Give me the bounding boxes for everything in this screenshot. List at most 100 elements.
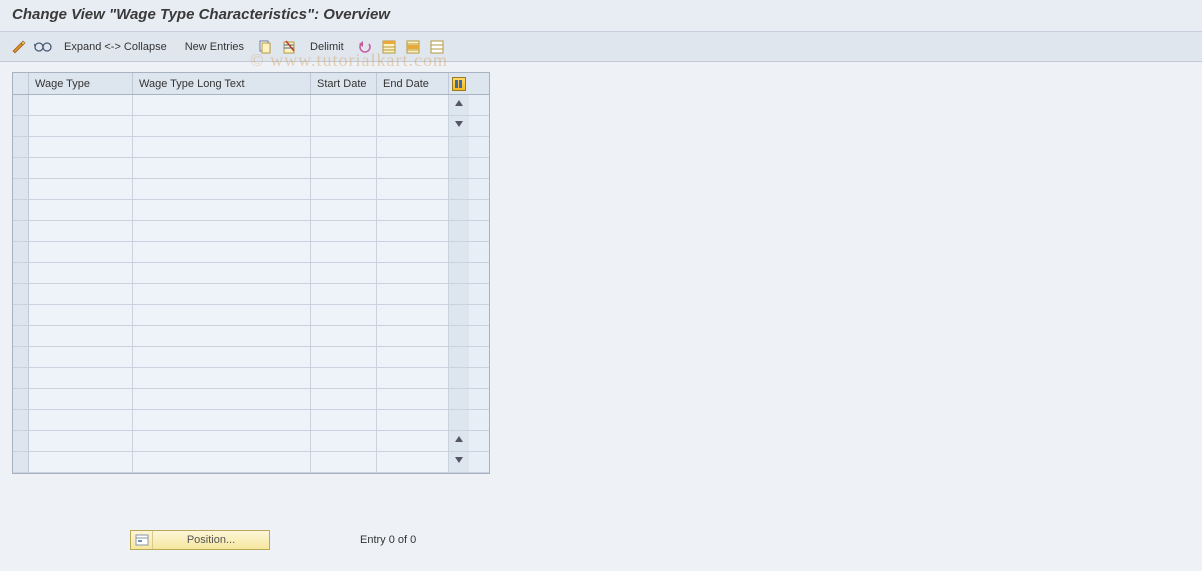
cell-long-text[interactable] bbox=[133, 116, 311, 136]
row-selector[interactable] bbox=[13, 347, 29, 367]
cell-wage-type[interactable] bbox=[29, 410, 133, 430]
cell-end-date[interactable] bbox=[377, 158, 449, 178]
cell-long-text[interactable] bbox=[133, 410, 311, 430]
undo-icon[interactable] bbox=[356, 38, 374, 56]
row-selector[interactable] bbox=[13, 158, 29, 178]
cell-wage-type[interactable] bbox=[29, 179, 133, 199]
cell-long-text[interactable] bbox=[133, 137, 311, 157]
toggle-display-change-icon[interactable] bbox=[10, 38, 28, 56]
cell-long-text[interactable] bbox=[133, 305, 311, 325]
row-selector[interactable] bbox=[13, 95, 29, 115]
cell-long-text[interactable] bbox=[133, 368, 311, 388]
cell-wage-type[interactable] bbox=[29, 158, 133, 178]
cell-long-text[interactable] bbox=[133, 431, 311, 451]
column-header-long-text[interactable]: Wage Type Long Text bbox=[133, 73, 311, 94]
cell-wage-type[interactable] bbox=[29, 284, 133, 304]
cell-start-date[interactable] bbox=[311, 221, 377, 241]
column-header-end-date[interactable]: End Date bbox=[377, 73, 449, 94]
copy-icon[interactable] bbox=[256, 38, 274, 56]
row-selector[interactable] bbox=[13, 431, 29, 451]
cell-wage-type[interactable] bbox=[29, 305, 133, 325]
cell-long-text[interactable] bbox=[133, 452, 311, 472]
row-selector[interactable] bbox=[13, 410, 29, 430]
scroll-up-bottom-icon[interactable] bbox=[453, 433, 465, 445]
cell-long-text[interactable] bbox=[133, 263, 311, 283]
cell-end-date[interactable] bbox=[377, 284, 449, 304]
cell-end-date[interactable] bbox=[377, 116, 449, 136]
cell-wage-type[interactable] bbox=[29, 368, 133, 388]
cell-start-date[interactable] bbox=[311, 431, 377, 451]
cell-wage-type[interactable] bbox=[29, 326, 133, 346]
scroll-down-bottom-icon[interactable] bbox=[453, 454, 465, 466]
cell-end-date[interactable] bbox=[377, 221, 449, 241]
cell-end-date[interactable] bbox=[377, 431, 449, 451]
cell-long-text[interactable] bbox=[133, 221, 311, 241]
expand-collapse-button[interactable]: Expand <-> Collapse bbox=[58, 39, 173, 55]
row-selector[interactable] bbox=[13, 263, 29, 283]
cell-wage-type[interactable] bbox=[29, 452, 133, 472]
cell-start-date[interactable] bbox=[311, 389, 377, 409]
column-header-start-date[interactable]: Start Date bbox=[311, 73, 377, 94]
row-selector[interactable] bbox=[13, 389, 29, 409]
cell-long-text[interactable] bbox=[133, 242, 311, 262]
row-selector[interactable] bbox=[13, 305, 29, 325]
delimit-button[interactable]: Delimit bbox=[304, 39, 350, 55]
cell-start-date[interactable] bbox=[311, 242, 377, 262]
cell-end-date[interactable] bbox=[377, 200, 449, 220]
cell-start-date[interactable] bbox=[311, 410, 377, 430]
new-entries-button[interactable]: New Entries bbox=[179, 39, 250, 55]
other-view-icon[interactable] bbox=[34, 38, 52, 56]
row-selector[interactable] bbox=[13, 116, 29, 136]
cell-wage-type[interactable] bbox=[29, 242, 133, 262]
row-selector[interactable] bbox=[13, 326, 29, 346]
cell-start-date[interactable] bbox=[311, 137, 377, 157]
position-button[interactable]: Position... bbox=[130, 530, 270, 550]
cell-end-date[interactable] bbox=[377, 347, 449, 367]
row-selector[interactable] bbox=[13, 179, 29, 199]
cell-start-date[interactable] bbox=[311, 284, 377, 304]
cell-wage-type[interactable] bbox=[29, 116, 133, 136]
cell-wage-type[interactable] bbox=[29, 347, 133, 367]
cell-end-date[interactable] bbox=[377, 137, 449, 157]
cell-wage-type[interactable] bbox=[29, 95, 133, 115]
cell-wage-type[interactable] bbox=[29, 263, 133, 283]
cell-wage-type[interactable] bbox=[29, 431, 133, 451]
select-block-icon[interactable] bbox=[404, 38, 422, 56]
deselect-all-icon[interactable] bbox=[428, 38, 446, 56]
cell-start-date[interactable] bbox=[311, 452, 377, 472]
cell-end-date[interactable] bbox=[377, 263, 449, 283]
row-selector[interactable] bbox=[13, 452, 29, 472]
cell-end-date[interactable] bbox=[377, 389, 449, 409]
cell-wage-type[interactable] bbox=[29, 221, 133, 241]
row-selector[interactable] bbox=[13, 221, 29, 241]
cell-end-date[interactable] bbox=[377, 368, 449, 388]
cell-long-text[interactable] bbox=[133, 326, 311, 346]
cell-long-text[interactable] bbox=[133, 179, 311, 199]
cell-end-date[interactable] bbox=[377, 410, 449, 430]
scroll-up-icon[interactable] bbox=[453, 97, 465, 109]
cell-wage-type[interactable] bbox=[29, 389, 133, 409]
cell-long-text[interactable] bbox=[133, 389, 311, 409]
cell-start-date[interactable] bbox=[311, 347, 377, 367]
cell-start-date[interactable] bbox=[311, 200, 377, 220]
cell-end-date[interactable] bbox=[377, 326, 449, 346]
cell-start-date[interactable] bbox=[311, 263, 377, 283]
cell-start-date[interactable] bbox=[311, 326, 377, 346]
cell-start-date[interactable] bbox=[311, 368, 377, 388]
cell-wage-type[interactable] bbox=[29, 200, 133, 220]
cell-end-date[interactable] bbox=[377, 305, 449, 325]
row-selector[interactable] bbox=[13, 137, 29, 157]
cell-start-date[interactable] bbox=[311, 179, 377, 199]
cell-start-date[interactable] bbox=[311, 305, 377, 325]
select-all-icon[interactable] bbox=[380, 38, 398, 56]
cell-long-text[interactable] bbox=[133, 284, 311, 304]
select-all-column[interactable] bbox=[13, 73, 29, 94]
row-selector[interactable] bbox=[13, 200, 29, 220]
cell-wage-type[interactable] bbox=[29, 137, 133, 157]
cell-start-date[interactable] bbox=[311, 116, 377, 136]
table-configure-button[interactable] bbox=[449, 73, 469, 94]
cell-end-date[interactable] bbox=[377, 95, 449, 115]
row-selector[interactable] bbox=[13, 284, 29, 304]
scroll-down-icon[interactable] bbox=[453, 118, 465, 130]
cell-end-date[interactable] bbox=[377, 242, 449, 262]
